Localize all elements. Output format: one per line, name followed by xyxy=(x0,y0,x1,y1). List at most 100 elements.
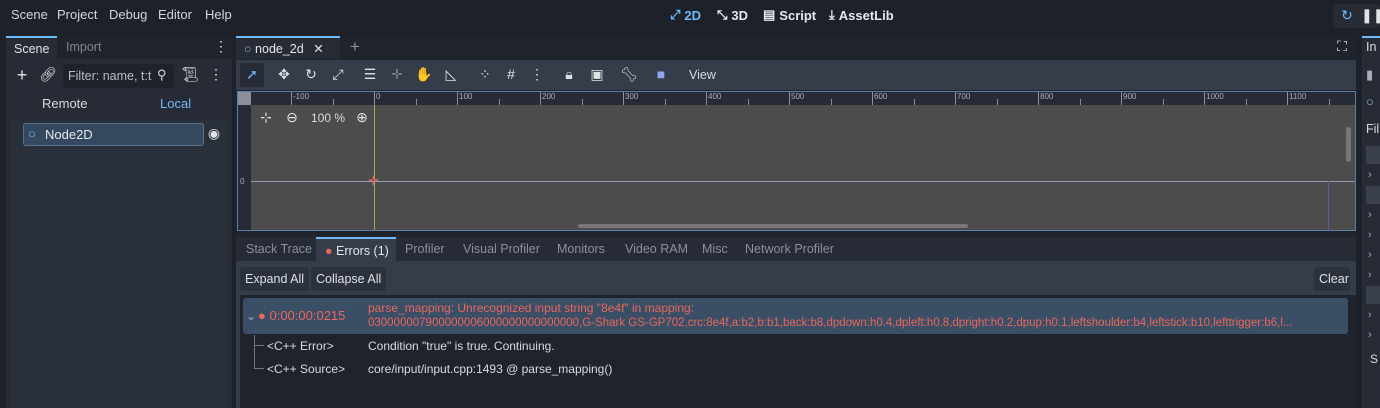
y-axis xyxy=(374,105,375,230)
tab-import[interactable]: Import xyxy=(58,36,109,58)
2d-icon: ⤢ xyxy=(670,7,681,22)
expand-chevron-icon[interactable]: › xyxy=(1368,209,1372,221)
tab-video-ram[interactable]: Video RAM xyxy=(625,237,688,261)
menu-scene[interactable]: Scene xyxy=(11,7,48,22)
tab-inspector[interactable]: In xyxy=(1362,36,1380,58)
collapse-chevron-icon[interactable]: ⌄ xyxy=(246,309,256,323)
dock-menu-icon[interactable]: ⋮ xyxy=(214,38,228,55)
ruler-label: -100 xyxy=(293,92,310,101)
remote-tab[interactable]: Remote xyxy=(42,96,88,111)
ruler-label: 0 xyxy=(376,92,381,101)
ruler-label: 900 xyxy=(1123,92,1137,101)
error-dot-icon: ● xyxy=(325,244,333,258)
expand-chevron-icon[interactable]: › xyxy=(1368,269,1372,281)
ruler-left: 0 xyxy=(238,92,251,230)
ruler-tick xyxy=(872,92,873,105)
save-icon[interactable]: ▮ xyxy=(1366,67,1373,83)
tab-monitors[interactable]: Monitors xyxy=(557,237,605,261)
menu-editor[interactable]: Editor xyxy=(158,7,192,22)
collapse-all-button[interactable]: Collapse All xyxy=(311,267,387,291)
reload-icon[interactable]: ↻ xyxy=(1337,7,1357,24)
workspace-3d[interactable]: ⤡ 3D xyxy=(717,7,748,23)
local-tab[interactable]: Local xyxy=(160,96,191,111)
error-row[interactable]: ⌄ ● 0:00:00:0215 parse_mapping: Unrecogn… xyxy=(243,298,1348,334)
expand-chevron-icon[interactable]: › xyxy=(1368,169,1372,181)
view-menu[interactable]: View xyxy=(689,68,716,82)
scale-tool-icon[interactable]: ⤢ xyxy=(328,66,348,83)
add-script-icon[interactable]: 📜︎ xyxy=(180,66,200,83)
tab-visual-profiler[interactable]: Visual Profiler xyxy=(463,237,540,261)
tab-network-profiler[interactable]: Network Profiler xyxy=(745,237,834,261)
tab-misc[interactable]: Misc xyxy=(702,237,728,261)
clear-button[interactable]: Clear xyxy=(1314,267,1350,291)
list-select-icon[interactable]: ☰ xyxy=(360,66,380,83)
cpp-source-value: core/input/input.cpp:1493 @ parse_mappin… xyxy=(368,362,613,376)
tab-stack-trace[interactable]: Stack Trace xyxy=(246,237,312,261)
group-icon[interactable]: ▣ xyxy=(587,66,607,83)
ruler-tick xyxy=(332,99,334,105)
workspace-script[interactable]: ▤ Script xyxy=(763,7,816,23)
ruler-tick xyxy=(955,92,956,105)
expand-chevron-icon[interactable]: › xyxy=(1368,229,1372,241)
snap-options-icon[interactable]: ⋮ xyxy=(527,66,547,83)
filter-input[interactable]: Filter: name, t:t ⚲ xyxy=(63,64,174,88)
scene-dock: Scene Import ⋮ + 🔗︎ Filter: name, t:t ⚲ … xyxy=(6,36,232,408)
pan-tool-icon[interactable]: ✋ xyxy=(414,66,434,83)
tab-profiler[interactable]: Profiler xyxy=(405,237,445,261)
bone-icon[interactable]: 🦴︎ xyxy=(619,66,639,83)
ruler-tool-icon[interactable]: ◺ xyxy=(441,66,461,83)
new-tab-icon[interactable]: + xyxy=(345,37,365,57)
expand-chevron-icon[interactable]: › xyxy=(1368,249,1372,261)
link-icon[interactable]: 🔗︎ xyxy=(38,66,58,83)
ruler-tick xyxy=(1079,99,1081,105)
zoom-level[interactable]: 100 % xyxy=(311,111,345,125)
grid-snap-icon[interactable]: # xyxy=(501,66,521,82)
ruler-tick xyxy=(1038,92,1039,105)
ruler-label: 600 xyxy=(874,92,888,101)
distraction-free-icon[interactable]: ⛶ xyxy=(1332,38,1352,55)
more-icon[interactable]: ⋮ xyxy=(206,66,226,83)
lock-icon[interactable]: 🔒︎ xyxy=(559,66,579,83)
error-message: parse_mapping: Unrecognized input string… xyxy=(368,301,695,315)
menu-project[interactable]: Project xyxy=(57,7,97,22)
expand-all-button[interactable]: Expand All xyxy=(240,267,310,291)
visibility-eye-icon[interactable]: ◉ xyxy=(204,125,224,142)
tab-scene[interactable]: Scene xyxy=(6,36,58,58)
expand-chevron-icon[interactable]: › xyxy=(1368,309,1372,321)
ruler-label: 1100 xyxy=(1289,92,1307,101)
zoom-out-icon[interactable]: ⊖ xyxy=(282,109,302,126)
vertical-scrollbar[interactable] xyxy=(1346,127,1351,162)
pivot-tool-icon[interactable]: ✛ xyxy=(387,66,407,83)
close-tab-icon[interactable]: ✕ xyxy=(313,42,323,56)
smart-snap-icon[interactable]: ⁘ xyxy=(475,66,495,83)
zoom-in-icon[interactable]: ⊕ xyxy=(352,109,372,126)
run-controls: ↻ ❚❚ xyxy=(1333,4,1380,28)
add-node-icon[interactable]: + xyxy=(12,65,32,86)
rotate-tool-icon[interactable]: ↻ xyxy=(301,66,321,83)
workspace-assetlib[interactable]: ⤓ AssetLib xyxy=(829,7,894,23)
pause-icon[interactable]: ❚❚ xyxy=(1361,7,1380,24)
origin-icon: ✛ xyxy=(368,173,379,188)
camera-icon[interactable]: ■ xyxy=(651,66,671,82)
workspace-2d[interactable]: ⤢ 2D xyxy=(670,7,701,23)
inspector-filter[interactable]: Fil xyxy=(1366,122,1379,136)
ruler-tick xyxy=(830,99,832,105)
error-mapping: 030000007900000006000000000000000,G-Shar… xyxy=(368,317,1293,329)
select-tool-icon[interactable]: ➚ xyxy=(242,66,262,83)
tree-item-node2d[interactable]: ○ Node2D xyxy=(23,123,204,146)
tab-errors[interactable]: ● Errors (1) xyxy=(316,237,396,261)
menu-debug[interactable]: Debug xyxy=(109,7,147,22)
ruler-tick xyxy=(581,99,583,105)
scene-tab[interactable]: ○ node_2d ✕ xyxy=(236,36,340,59)
cpp-error-label: <C++ Error> xyxy=(267,339,334,353)
move-tool-icon[interactable]: ✥ xyxy=(274,66,294,83)
ruler-tick xyxy=(1287,92,1288,105)
center-view-icon[interactable]: ⊹ xyxy=(256,109,276,126)
menu-help[interactable]: Help xyxy=(205,7,232,22)
debugger-tabs: Stack Trace ● Errors (1) Profiler Visual… xyxy=(236,237,1356,261)
horizontal-scrollbar[interactable] xyxy=(578,224,968,228)
ruler-label: 200 xyxy=(542,92,556,101)
expand-chevron-icon[interactable]: › xyxy=(1368,329,1372,341)
viewport-2d[interactable]: -100 0 100 200 300 400 500 600 700 800 900 1000 1100… xyxy=(237,91,1356,231)
ruler-tick xyxy=(1245,99,1247,105)
